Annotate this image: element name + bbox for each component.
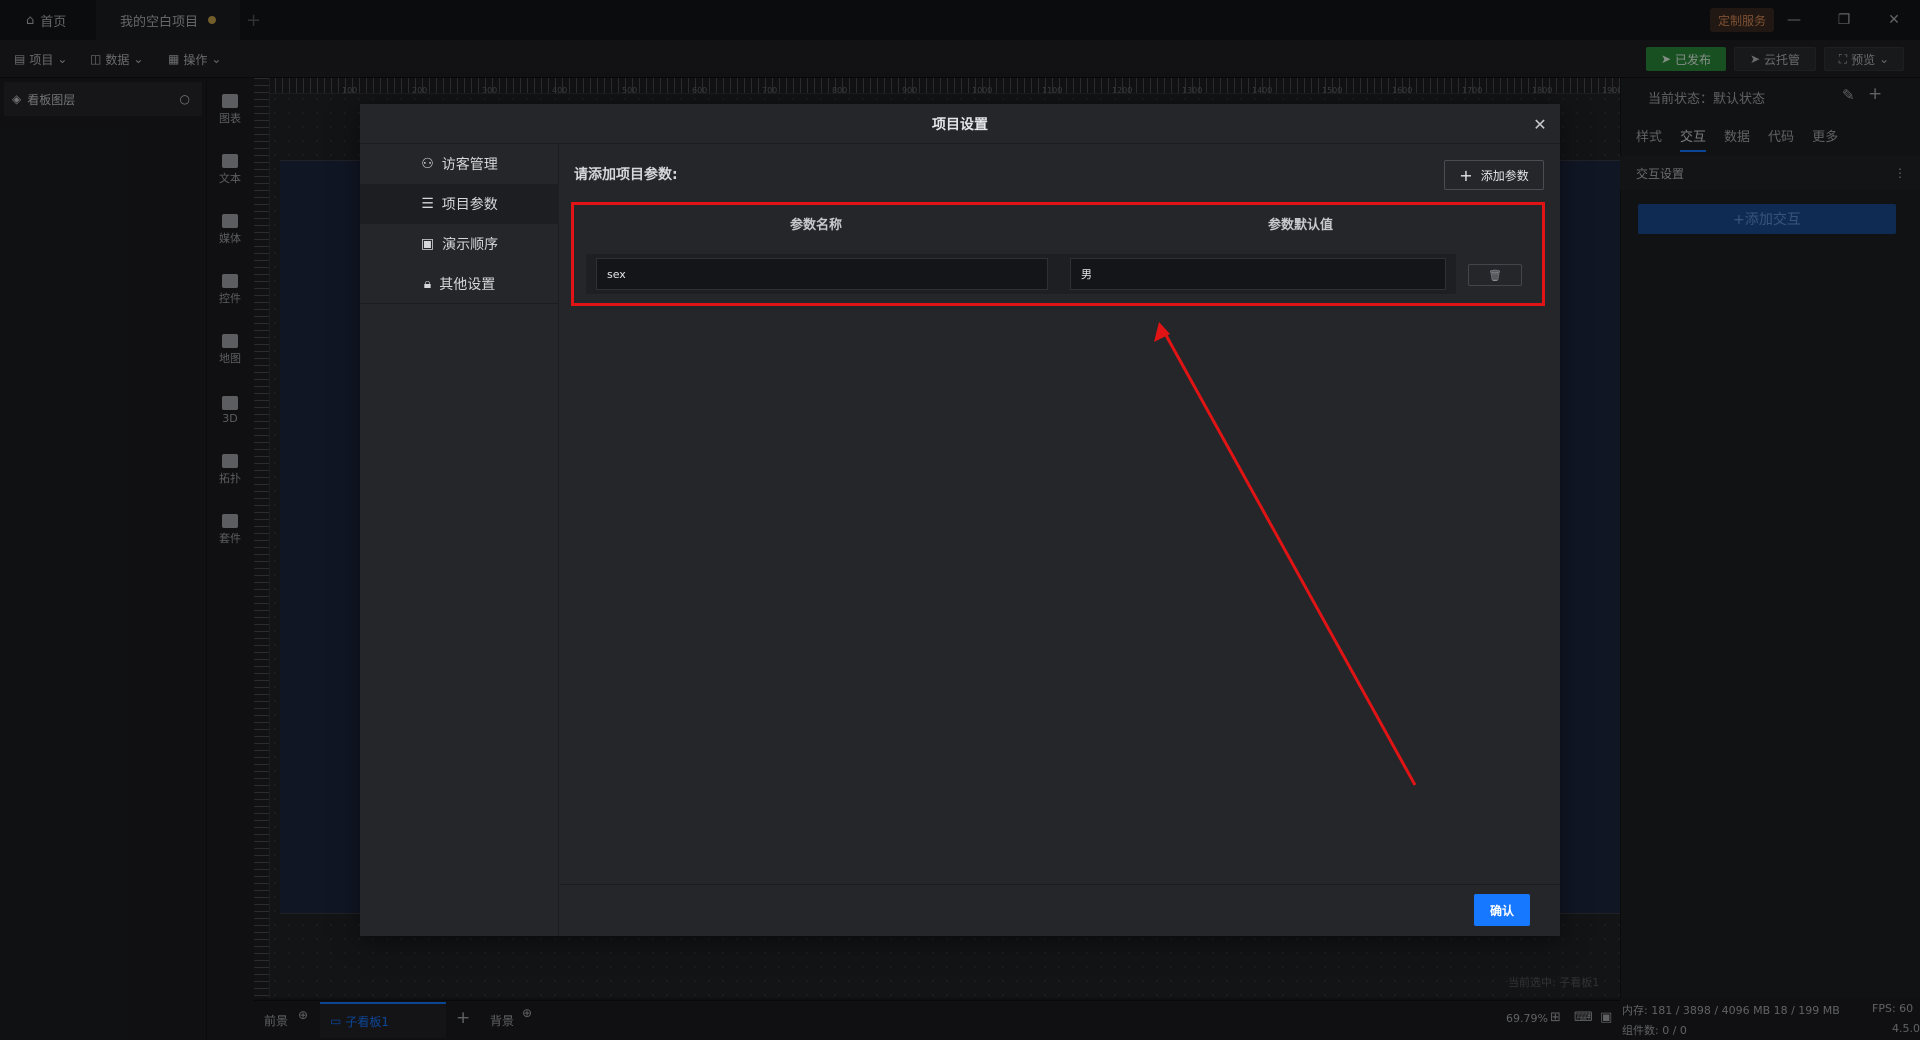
presentation-icon: ▣ (420, 236, 435, 252)
confirm-button[interactable]: 确认 (1474, 894, 1530, 926)
sidebar-item-visitor[interactable]: ⚇ 访客管理 (360, 144, 559, 184)
dialog-footer-divider (560, 884, 1560, 885)
params-title: 请添加项目参数: (574, 167, 678, 183)
sidebar-divider (360, 303, 559, 304)
sidebar-item-params[interactable]: ☰ 项目参数 (360, 184, 559, 224)
sidebar-item-label: 项目参数 (441, 197, 498, 213)
close-icon[interactable]: ✕ (1528, 112, 1552, 136)
sidebar-item-presentation[interactable]: ▣ 演示顺序 (360, 224, 559, 264)
add-param-label: 添加参数 (1480, 168, 1529, 183)
sliders-icon: ☰ (421, 196, 434, 212)
sidebar-item-other[interactable]: 🔒︎ 其他设置 (360, 264, 559, 304)
sidebar-item-label: 演示顺序 (442, 237, 499, 253)
sidebar-item-label: 访客管理 (441, 157, 498, 173)
highlight-box (571, 202, 1545, 306)
lock-icon: 🔒︎ (423, 276, 432, 292)
add-param-button[interactable]: + 添加参数 (1444, 160, 1544, 190)
plus-icon: + (1459, 165, 1473, 185)
annotation-arrow (1154, 322, 1417, 786)
users-icon: ⚇ (421, 156, 434, 172)
sidebar-item-label: 其他设置 (439, 277, 496, 293)
dialog-title: 项目设置 (360, 104, 1560, 144)
